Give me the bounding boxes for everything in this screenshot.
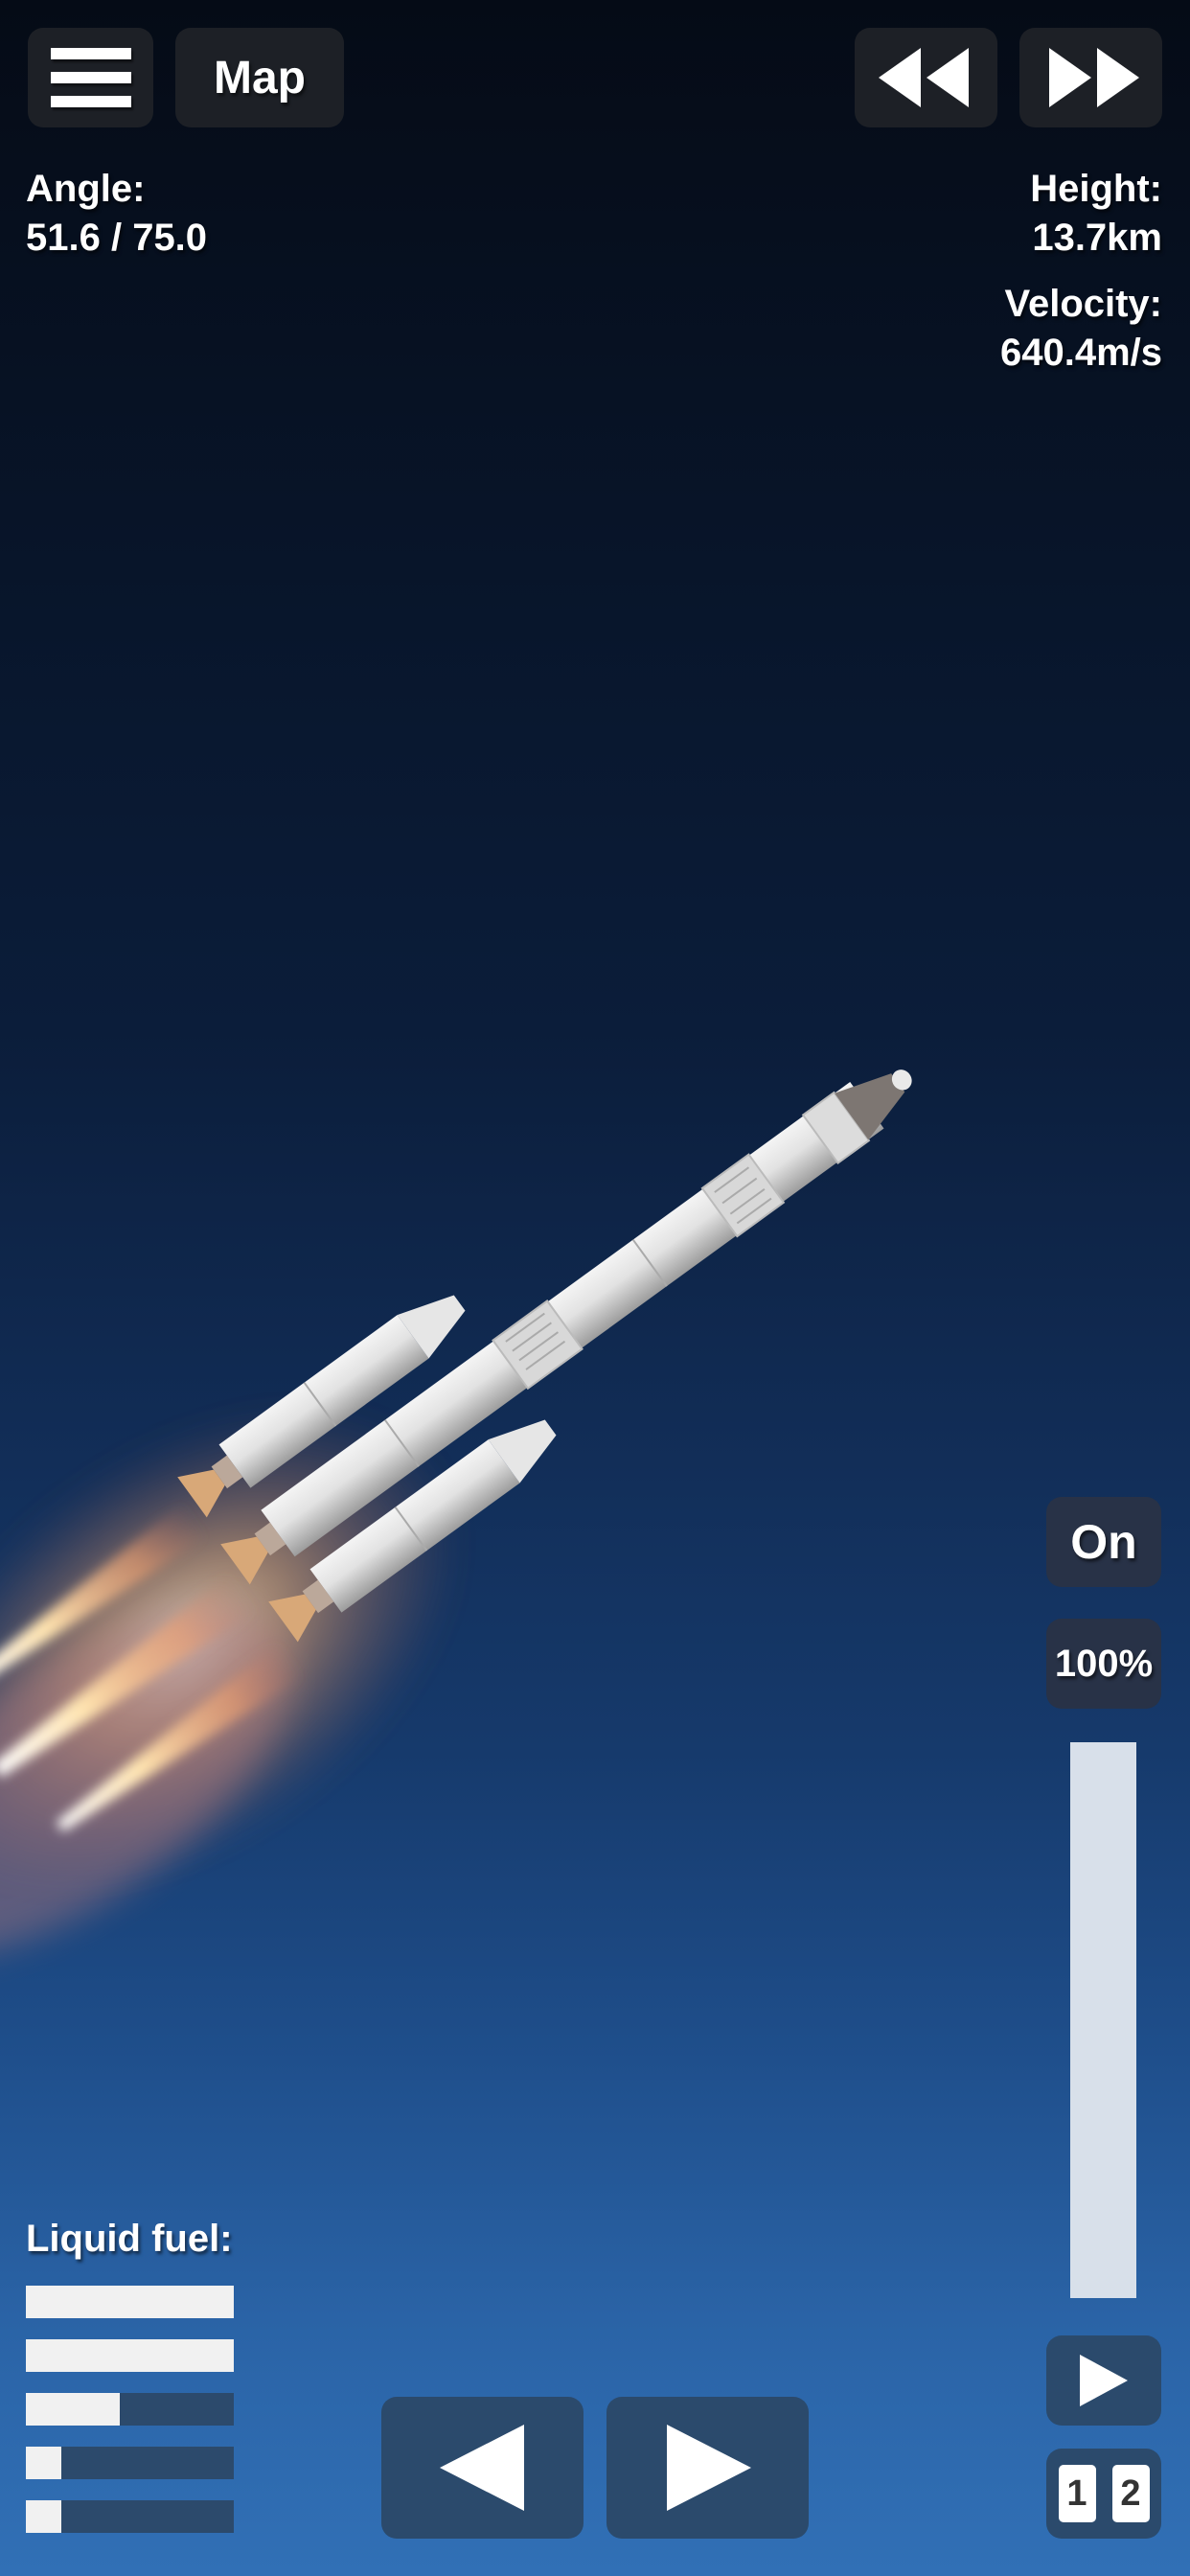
core-stage: [220, 1070, 912, 1585]
stage-chip: 2: [1111, 2465, 1150, 2522]
flight-scene: [0, 0, 1190, 2576]
rewind-button[interactable]: [855, 28, 997, 127]
fuel-tank-bar: [26, 2393, 234, 2426]
angle-label: Angle:: [26, 168, 146, 210]
stage-button[interactable]: [1046, 2335, 1161, 2426]
height-value: 13.7km: [1032, 217, 1162, 259]
angle-readout: Angle: 51.6 / 75.0: [26, 165, 207, 263]
velocity-label: Velocity:: [1004, 283, 1162, 325]
fuel-tank-fill: [26, 2500, 61, 2533]
rotate-left-button[interactable]: [381, 2397, 584, 2539]
fast-forward-icon: [1048, 48, 1139, 107]
hamburger-menu-icon: [50, 48, 131, 107]
rotate-right-button[interactable]: [606, 2397, 809, 2539]
throttle-fill: [1070, 1742, 1136, 2298]
throttle-percent-button[interactable]: 100%: [1046, 1619, 1161, 1709]
fuel-tank-bar: [26, 2500, 234, 2533]
fuel-label: Liquid fuel:: [26, 2218, 233, 2260]
play-stage-icon: [1080, 2355, 1128, 2406]
fuel-tank-fill: [26, 2447, 61, 2479]
fast-forward-button[interactable]: [1019, 28, 1162, 127]
menu-button[interactable]: [28, 28, 153, 127]
fuel-tank-fill: [26, 2286, 234, 2318]
rocket-illustration: [0, 1070, 912, 1957]
fuel-tank-bar: [26, 2286, 234, 2318]
engine-toggle-button[interactable]: On: [1046, 1497, 1161, 1587]
fuel-tank-fill: [26, 2393, 120, 2426]
rotate-left-arrow-icon: [439, 2425, 524, 2511]
throttle-slider[interactable]: [1070, 1742, 1136, 2298]
fuel-tank-bar: [26, 2447, 234, 2479]
map-button[interactable]: Map: [175, 28, 344, 127]
stage-chip: 1: [1058, 2465, 1096, 2522]
fuel-tank-bar: [26, 2339, 234, 2372]
height-label: Height:: [1030, 168, 1162, 210]
stages-button[interactable]: 1 2: [1046, 2449, 1161, 2539]
fuel-tank-fill: [26, 2339, 234, 2372]
rewind-icon: [878, 48, 969, 107]
rotate-right-arrow-icon: [666, 2425, 751, 2511]
velocity-value: 640.4m/s: [999, 332, 1162, 374]
velocity-readout: Velocity: 640.4m/s: [1000, 280, 1162, 378]
height-readout: Height: 13.7km: [1030, 165, 1162, 263]
angle-value: 51.6 / 75.0: [26, 217, 208, 259]
